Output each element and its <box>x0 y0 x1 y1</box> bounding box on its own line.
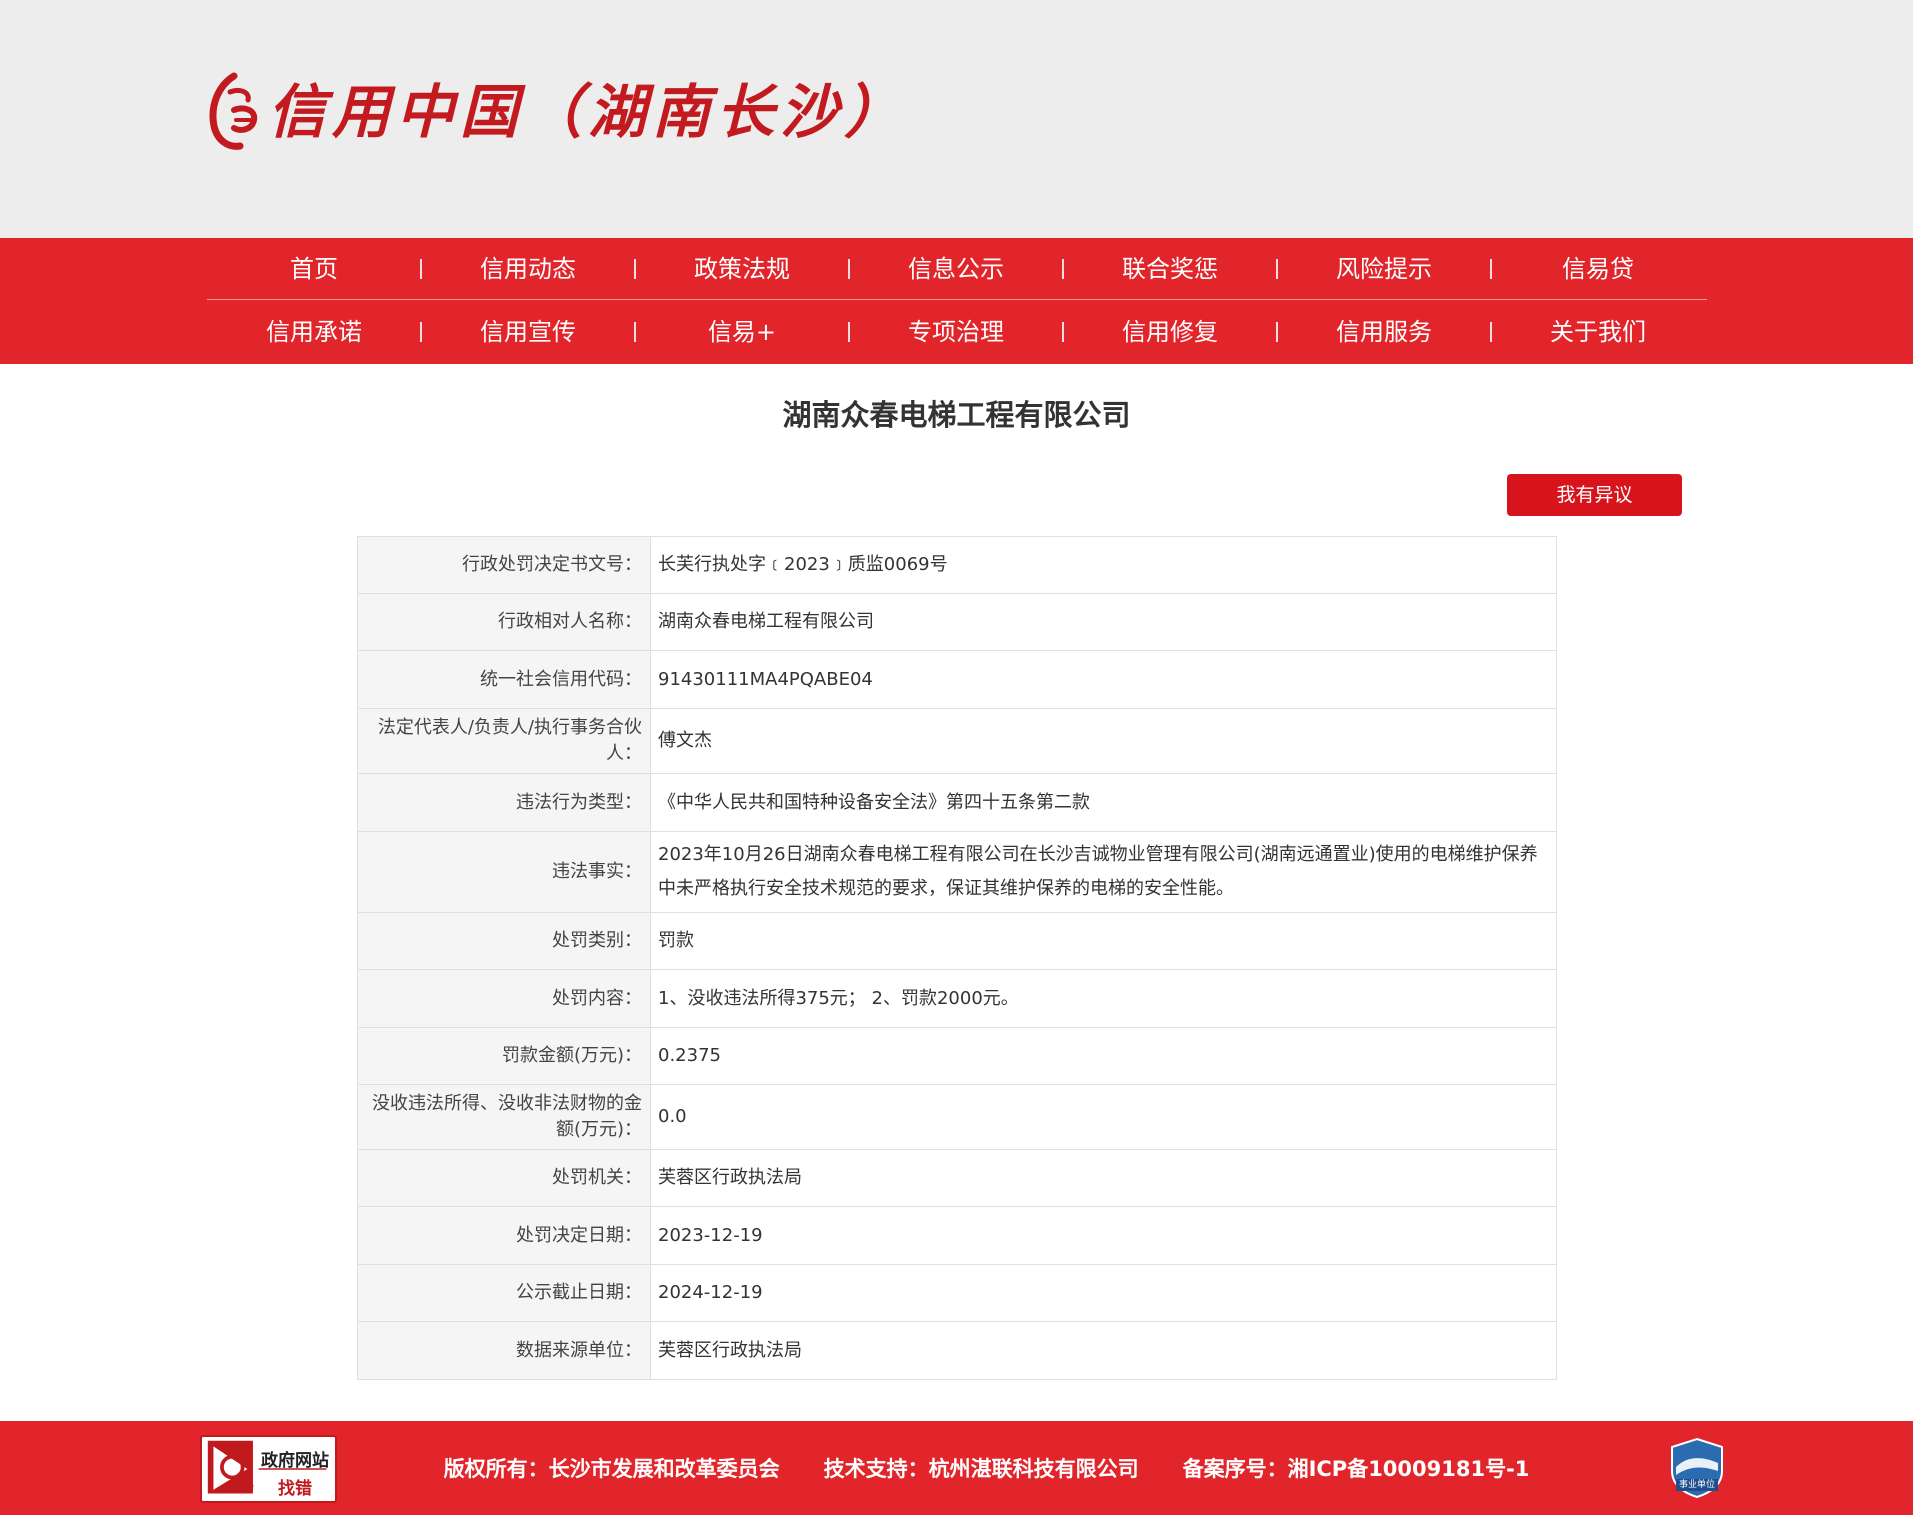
row-value: 2024-12-19 <box>650 1264 1557 1322</box>
table-row: 公示截止日期： 2024-12-19 <box>357 1264 1557 1322</box>
row-value: 0.2375 <box>650 1027 1557 1085</box>
nav-row-1: 首页 信用动态 政策法规 信息公示 联合奖惩 风险提示 信易贷 <box>207 238 1707 300</box>
footer-tech-support: 技术支持：杭州湛联科技有限公司 <box>823 1457 1139 1481</box>
row-value: 《中华人民共和国特种设备安全法》第四十五条第二款 <box>650 773 1557 832</box>
nav-item-credit-news[interactable]: 信用动态 <box>421 238 635 300</box>
row-value: 2023年10月26日湖南众春电梯工程有限公司在长沙吉诚物业管理有限公司(湖南远… <box>650 831 1557 913</box>
row-label: 处罚机关： <box>357 1149 651 1207</box>
table-row: 统一社会信用代码： 91430111MA4PQABE04 <box>357 650 1557 709</box>
footer-icp[interactable]: 备案序号：湘ICP备10009181号-1 <box>1183 1453 1530 1483</box>
nav-row-2: 信用承诺 信用宣传 信易+ 专项治理 信用修复 信用服务 关于我们 <box>207 301 1707 363</box>
table-row: 没收违法所得、没收非法财物的金额(万元)： 0.0 <box>357 1084 1557 1150</box>
row-value: 91430111MA4PQABE04 <box>650 650 1557 709</box>
row-label: 处罚类别： <box>357 912 651 970</box>
table-row: 行政相对人名称： 湖南众春电梯工程有限公司 <box>357 593 1557 651</box>
row-value: 1、没收违法所得375元； 2、罚款2000元。 <box>650 969 1557 1028</box>
nav-item-credit-loan[interactable]: 信易贷 <box>1491 238 1705 300</box>
table-row: 法定代表人/负责人/执行事务合伙人： 傅文杰 <box>357 708 1557 774</box>
row-label: 数据来源单位： <box>357 1321 651 1380</box>
row-label: 法定代表人/负责人/执行事务合伙人： <box>357 708 651 774</box>
table-row: 处罚机关： 芙蓉区行政执法局 <box>357 1149 1557 1207</box>
row-label: 统一社会信用代码： <box>357 650 651 709</box>
main-navigation: 首页 信用动态 政策法规 信息公示 联合奖惩 风险提示 信易贷 信用承诺 信用宣… <box>0 238 1913 364</box>
row-value: 0.0 <box>650 1084 1557 1150</box>
row-label: 违法事实： <box>357 831 651 913</box>
page-title: 湖南众春电梯工程有限公司 <box>782 398 1131 432</box>
nav-item-joint-rewards[interactable]: 联合奖惩 <box>1063 238 1277 300</box>
table-row: 罚款金额(万元)： 0.2375 <box>357 1027 1557 1085</box>
nav-item-home[interactable]: 首页 <box>207 238 421 300</box>
site-footer: 政府网站 找错 版权所有：长沙市发展和改革委员会 技术支持：杭州湛联科技有限公司… <box>0 1421 1913 1515</box>
nav-item-policy[interactable]: 政策法规 <box>635 238 849 300</box>
row-value: 芙蓉区行政执法局 <box>650 1149 1557 1207</box>
row-value: 罚款 <box>650 912 1557 970</box>
nav-item-about-us[interactable]: 关于我们 <box>1491 301 1705 363</box>
nav-item-risk-alert[interactable]: 风险提示 <box>1277 238 1491 300</box>
site-header: 信用中国（湖南长沙） <box>0 0 1913 238</box>
logo-text: 信用中国（湖南长沙） <box>268 78 909 146</box>
table-row: 违法事实： 2023年10月26日湖南众春电梯工程有限公司在长沙吉诚物业管理有限… <box>357 831 1557 913</box>
row-label: 罚款金额(万元)： <box>357 1027 651 1085</box>
table-row: 处罚决定日期： 2023-12-19 <box>357 1206 1557 1265</box>
penalty-record-table: 行政处罚决定书文号： 长芙行执处字﹝2023﹞质监0069号 行政相对人名称： … <box>357 536 1557 1380</box>
row-label: 没收违法所得、没收非法财物的金额(万元)： <box>357 1084 651 1150</box>
table-row: 处罚类别： 罚款 <box>357 912 1557 970</box>
footer-info: 版权所有：长沙市发展和改革委员会 技术支持：杭州湛联科技有限公司 备案序号：湘I… <box>0 1421 1913 1515</box>
nav-item-credit-promotion[interactable]: 信用宣传 <box>421 301 635 363</box>
row-value: 芙蓉区行政执法局 <box>650 1321 1557 1380</box>
row-value: 湖南众春电梯工程有限公司 <box>650 593 1557 651</box>
objection-button[interactable]: 我有异议 <box>1507 474 1682 516</box>
row-label: 处罚决定日期： <box>357 1206 651 1265</box>
row-value: 2023-12-19 <box>650 1206 1557 1265</box>
table-row: 数据来源单位： 芙蓉区行政执法局 <box>357 1321 1557 1380</box>
credit-china-logo-icon <box>209 72 258 150</box>
row-value: 傅文杰 <box>650 708 1557 774</box>
site-logo[interactable]: 信用中国（湖南长沙） <box>204 72 908 152</box>
row-label: 行政相对人名称： <box>357 593 651 651</box>
row-label: 违法行为类型： <box>357 773 651 832</box>
row-label: 公示截止日期： <box>357 1264 651 1322</box>
footer-copyright: 版权所有：长沙市发展和改革委员会 <box>443 1457 780 1481</box>
nav-item-credit-promise[interactable]: 信用承诺 <box>207 301 421 363</box>
institution-shield-badge[interactable]: 事业单位 <box>1670 1437 1724 1499</box>
nav-item-special-governance[interactable]: 专项治理 <box>849 301 1063 363</box>
row-label: 处罚内容： <box>357 969 651 1028</box>
nav-item-credit-service[interactable]: 信用服务 <box>1277 301 1491 363</box>
table-row: 行政处罚决定书文号： 长芙行执处字﹝2023﹞质监0069号 <box>357 536 1557 594</box>
nav-item-info-disclosure[interactable]: 信息公示 <box>849 238 1063 300</box>
nav-item-credit-plus[interactable]: 信易+ <box>635 301 849 363</box>
table-row: 处罚内容： 1、没收违法所得375元； 2、罚款2000元。 <box>357 969 1557 1028</box>
table-row: 违法行为类型： 《中华人民共和国特种设备安全法》第四十五条第二款 <box>357 773 1557 832</box>
nav-item-credit-repair[interactable]: 信用修复 <box>1063 301 1277 363</box>
shield-label: 事业单位 <box>1678 1480 1715 1490</box>
row-value: 长芙行执处字﹝2023﹞质监0069号 <box>650 536 1557 594</box>
row-label: 行政处罚决定书文号： <box>357 536 651 594</box>
